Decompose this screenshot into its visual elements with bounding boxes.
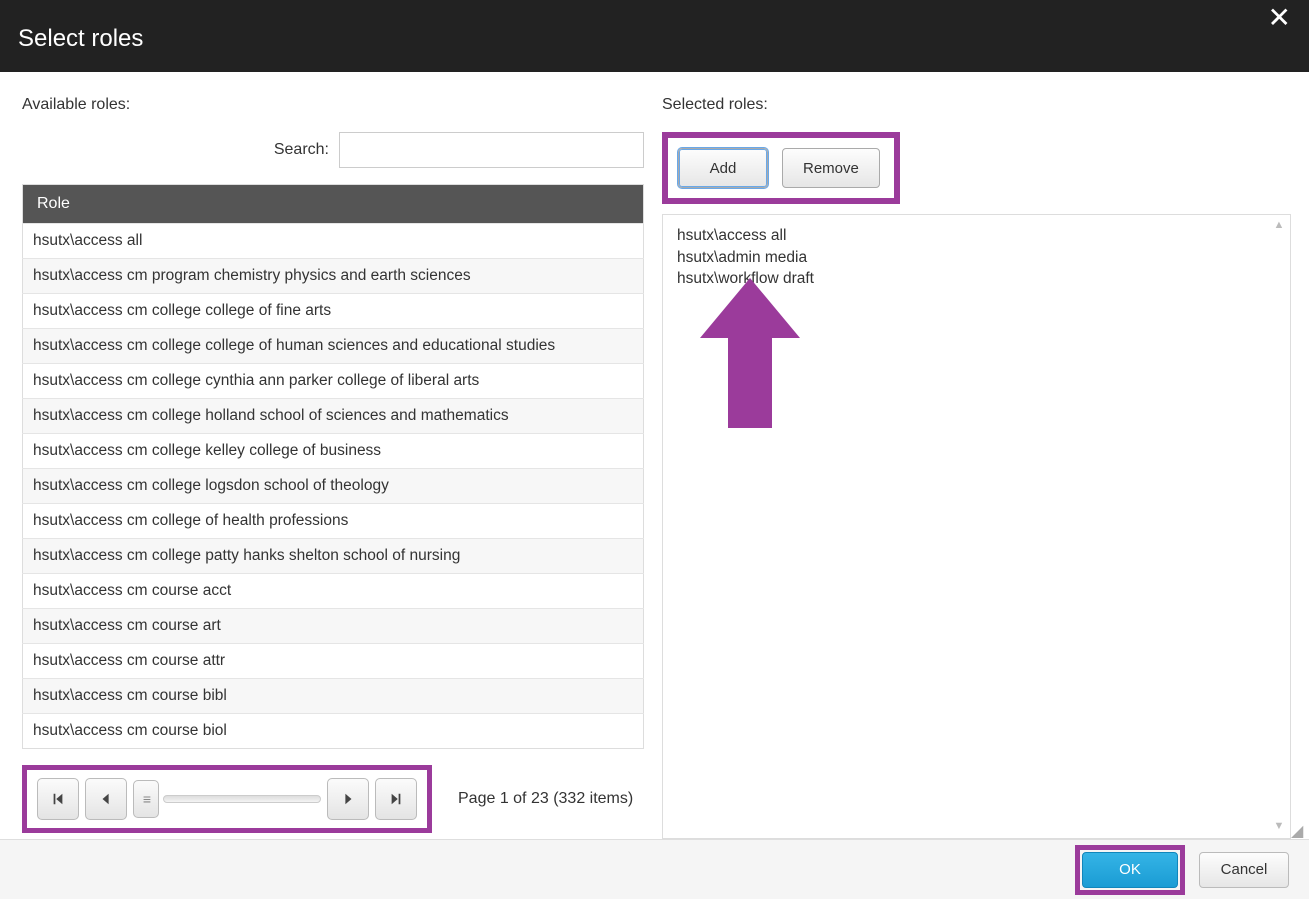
role-cell: hsutx\access cm college college of human… [23, 329, 644, 364]
role-cell: hsutx\access cm college logsdon school o… [23, 469, 644, 504]
role-cell: hsutx\access cm course art [23, 609, 644, 644]
list-item[interactable]: hsutx\workflow draft [677, 268, 1276, 290]
available-roles-label: Available roles: [22, 96, 644, 114]
table-row[interactable]: hsutx\access cm college college of human… [23, 329, 644, 364]
dialog-footer: OK Cancel [0, 839, 1309, 899]
selected-roles-label: Selected roles: [662, 96, 1291, 114]
titlebar: Select roles ✕ [0, 0, 1309, 72]
selected-roles-panel: Selected roles: Add Remove ▲ hsutx\acces… [662, 96, 1291, 839]
role-cell: hsutx\access cm college patty hanks shel… [23, 539, 644, 574]
list-item[interactable]: hsutx\admin media [677, 247, 1276, 269]
role-cell: hsutx\access cm program chemistry physic… [23, 259, 644, 294]
table-row[interactable]: hsutx\access cm college kelley college o… [23, 434, 644, 469]
role-cell: hsutx\access cm college kelley college o… [23, 434, 644, 469]
next-page-button[interactable] [327, 778, 369, 820]
role-cell: hsutx\access all [23, 224, 644, 259]
prev-page-button[interactable] [85, 778, 127, 820]
search-input[interactable] [339, 132, 644, 168]
last-page-button[interactable] [375, 778, 417, 820]
scroll-up-icon[interactable]: ▲ [1272, 219, 1286, 233]
scroll-down-icon[interactable]: ▼ [1272, 820, 1286, 834]
available-roles-panel: Available roles: Search: Role hsutx\acce… [22, 96, 644, 839]
ok-button[interactable]: OK [1082, 852, 1178, 888]
resize-grip-icon[interactable]: ◢ [1291, 821, 1307, 837]
roles-table-header[interactable]: Role [23, 185, 644, 224]
table-row[interactable]: hsutx\access all [23, 224, 644, 259]
search-label: Search: [274, 141, 329, 159]
pager-highlight-box: ≡ [22, 765, 432, 833]
first-page-button[interactable] [37, 778, 79, 820]
page-slider[interactable]: ≡ [133, 780, 321, 818]
table-row[interactable]: hsutx\access cm course attr [23, 644, 644, 679]
slider-grip-icon[interactable]: ≡ [133, 780, 159, 818]
role-cell: hsutx\access cm course acct [23, 574, 644, 609]
close-icon[interactable]: ✕ [1262, 2, 1297, 34]
table-row[interactable]: hsutx\access cm college patty hanks shel… [23, 539, 644, 574]
ok-highlight-box: OK [1075, 845, 1185, 895]
table-row[interactable]: hsutx\access cm college logsdon school o… [23, 469, 644, 504]
role-cell: hsutx\access cm course biol [23, 714, 644, 749]
table-row[interactable]: hsutx\access cm college cynthia ann park… [23, 364, 644, 399]
remove-button[interactable]: Remove [782, 148, 880, 188]
selected-roles-listbox[interactable]: ▲ hsutx\access allhsutx\admin mediahsutx… [662, 214, 1291, 839]
add-button[interactable]: Add [678, 148, 768, 188]
table-row[interactable]: hsutx\access cm course bibl [23, 679, 644, 714]
search-row: Search: [22, 132, 644, 168]
roles-table: Role hsutx\access allhsutx\access cm pro… [22, 184, 644, 749]
table-row[interactable]: hsutx\access cm college of health profes… [23, 504, 644, 539]
cancel-button[interactable]: Cancel [1199, 852, 1289, 888]
role-cell: hsutx\access cm college holland school o… [23, 399, 644, 434]
role-cell: hsutx\access cm college of health profes… [23, 504, 644, 539]
pager: ≡ Page 1 of 23 (332 items) [22, 759, 644, 839]
table-row[interactable]: hsutx\access cm college holland school o… [23, 399, 644, 434]
pager-info-text: Page 1 of 23 (332 items) [458, 790, 633, 808]
role-cell: hsutx\access cm college cynthia ann park… [23, 364, 644, 399]
role-cell: hsutx\access cm course attr [23, 644, 644, 679]
table-row[interactable]: hsutx\access cm course art [23, 609, 644, 644]
dialog-title: Select roles [18, 25, 143, 53]
table-row[interactable]: hsutx\access cm program chemistry physic… [23, 259, 644, 294]
list-item[interactable]: hsutx\access all [677, 225, 1276, 247]
table-row[interactable]: hsutx\access cm course biol [23, 714, 644, 749]
slider-track[interactable] [163, 795, 321, 803]
add-remove-highlight-box: Add Remove [662, 132, 900, 204]
role-cell: hsutx\access cm college college of fine … [23, 294, 644, 329]
table-row[interactable]: hsutx\access cm college college of fine … [23, 294, 644, 329]
table-row[interactable]: hsutx\access cm course acct [23, 574, 644, 609]
dialog-body: Available roles: Search: Role hsutx\acce… [0, 72, 1309, 839]
select-roles-dialog: Select roles ✕ Available roles: Search: … [0, 0, 1309, 899]
role-cell: hsutx\access cm course bibl [23, 679, 644, 714]
